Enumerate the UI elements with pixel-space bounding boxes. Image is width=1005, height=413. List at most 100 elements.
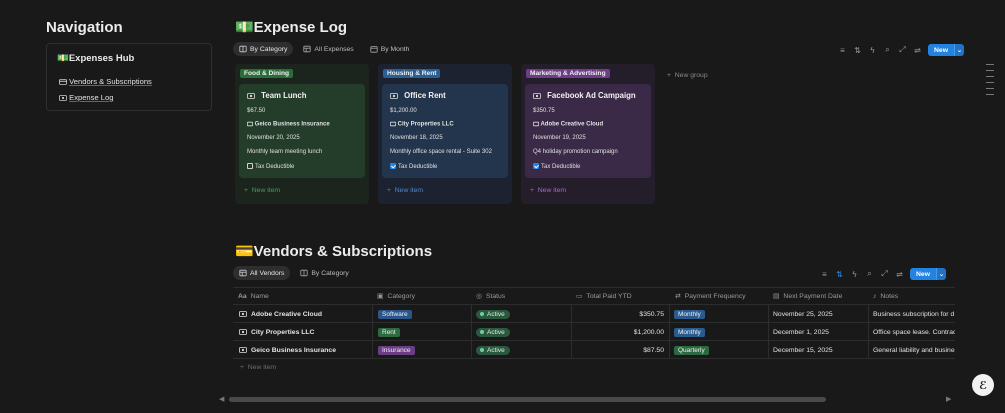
table-row[interactable]: Geico Business Insurance Insurance Activ… <box>233 340 955 359</box>
chevron-down-icon[interactable]: ⌄ <box>935 268 946 280</box>
settings-icon[interactable]: ⇌ <box>913 46 922 55</box>
header-label: Notes <box>880 292 899 300</box>
tab-by-category[interactable]: By Category <box>233 42 294 56</box>
column-header-name[interactable]: Aa Name <box>238 289 269 303</box>
cell-total[interactable]: $350.75 <box>572 305 670 323</box>
cell-status[interactable]: Active <box>472 341 572 359</box>
calendar-icon: ▤ <box>773 293 780 300</box>
cell-frequency[interactable]: Monthly <box>670 305 769 323</box>
cell-frequency[interactable]: Monthly <box>670 323 769 341</box>
cell-next-payment[interactable]: December 15, 2025 <box>769 341 869 359</box>
horizontal-scrollbar[interactable] <box>229 397 826 402</box>
cell-name: Geico Business Insurance <box>233 341 373 359</box>
table-row[interactable]: City Properties LLC Rent Active $1,200.0… <box>233 322 955 341</box>
vendors-tabs: All Vendors By Category <box>233 266 355 280</box>
vendor-name: Geico Business Insurance <box>251 346 336 354</box>
cell-next-payment[interactable]: November 25, 2025 <box>769 305 869 323</box>
frequency-tag: Quarterly <box>674 345 709 355</box>
chevron-down-icon[interactable]: ⌄ <box>953 44 964 56</box>
new-item-button[interactable]: + New item <box>244 187 280 194</box>
table-row[interactable]: Adobe Creative Cloud Software Active $35… <box>233 304 955 323</box>
card-vendor-text: City Properties LLC <box>397 121 454 128</box>
cell-category[interactable]: Software <box>373 305 472 323</box>
board-icon <box>239 45 247 53</box>
new-button[interactable]: New ⌄ <box>928 44 964 56</box>
card-title: Team Lunch <box>247 91 307 100</box>
table-new-item-button[interactable]: + New item <box>240 364 276 371</box>
cell-category[interactable]: Insurance <box>373 341 472 359</box>
cell-status[interactable]: Active <box>472 305 572 323</box>
tab-all-vendors[interactable]: All Vendors <box>233 266 291 280</box>
new-item-button[interactable]: + New item <box>387 187 423 194</box>
expense-log-toolbar: ≡ ⇅ ϟ ⌕ ⤢ ⇌ New ⌄ <box>838 44 964 56</box>
card-tax-label: Tax Deductible <box>255 164 295 170</box>
money-icon <box>59 95 67 101</box>
column-header-next-payment[interactable]: ▤ Next Payment Date <box>773 289 842 303</box>
card-tax: Tax Deductible <box>247 163 294 170</box>
notes-icon: ♪ <box>873 292 877 300</box>
column-header-notes[interactable]: ♪ Notes <box>873 289 898 303</box>
page-outline[interactable] <box>986 64 994 95</box>
nav-link-vendors[interactable]: Vendors & Subscriptions <box>59 77 152 86</box>
cell-category[interactable]: Rent <box>373 323 472 341</box>
new-button-label: New <box>928 44 954 56</box>
search-icon[interactable]: ⌕ <box>883 45 892 55</box>
cell-frequency[interactable]: Quarterly <box>670 341 769 359</box>
column-header-category[interactable]: ▣ Category <box>377 289 415 303</box>
expense-card[interactable]: Team Lunch $67.50 Geico Business Insuran… <box>239 84 365 178</box>
cell-notes[interactable]: Business subscription for d <box>869 305 955 323</box>
settings-icon[interactable]: ⇌ <box>895 270 904 279</box>
new-group-button[interactable]: + New group <box>667 72 708 79</box>
nav-hub-title[interactable]: 💵Expenses Hub <box>57 53 134 64</box>
tab-all-expenses[interactable]: All Expenses <box>297 42 359 56</box>
sort-icon[interactable]: ⇅ <box>835 270 844 279</box>
status-label: Active <box>487 346 505 354</box>
scroll-left-arrow[interactable]: ◀ <box>219 395 224 403</box>
cell-total[interactable]: $87.50 <box>572 341 670 359</box>
filter-icon[interactable]: ≡ <box>838 46 847 55</box>
board-icon <box>300 269 308 277</box>
cell-next-payment[interactable]: December 1, 2025 <box>769 323 869 341</box>
scroll-right-arrow[interactable]: ▶ <box>946 395 951 403</box>
card-tax-label: Tax Deductible <box>398 164 438 170</box>
new-button[interactable]: New ⌄ <box>910 268 946 280</box>
card-icon <box>533 121 539 127</box>
cell-total[interactable]: $1,200.00 <box>572 323 670 341</box>
checkbox-icon[interactable] <box>247 163 253 169</box>
new-item-button[interactable]: + New item <box>530 187 566 194</box>
status-label: Active <box>487 310 505 318</box>
new-group-label: New group <box>674 72 708 79</box>
assistant-avatar-icon[interactable]: ℰ <box>972 374 994 396</box>
checkbox-icon[interactable] <box>533 163 539 169</box>
money-icon <box>247 93 255 99</box>
expense-log-tabs: By Category All Expenses By Month <box>233 42 415 56</box>
filter-icon[interactable]: ≡ <box>820 270 829 279</box>
table-icon <box>239 269 247 277</box>
tab-vendors-by-category[interactable]: By Category <box>294 266 354 280</box>
nav-link-expense-log[interactable]: Expense Log <box>59 93 113 102</box>
cell-notes[interactable]: General liability and busines <box>869 341 955 359</box>
tab-by-month[interactable]: By Month <box>364 42 416 56</box>
expense-card[interactable]: Facebook Ad Campaign $350.75 Adobe Creat… <box>525 84 651 178</box>
expense-card[interactable]: Office Rent $1,200.00 City Properties LL… <box>382 84 508 178</box>
expand-icon[interactable]: ⤢ <box>880 269 889 279</box>
vendors-title: 💳Vendors & Subscriptions <box>235 243 433 260</box>
column-header-status[interactable]: ◎ Status <box>476 289 505 303</box>
automation-icon[interactable]: ϟ <box>850 270 859 279</box>
column-header-total[interactable]: ▭ Total Paid YTD <box>576 289 632 303</box>
expand-icon[interactable]: ⤢ <box>898 45 907 55</box>
automation-icon[interactable]: ϟ <box>868 46 877 55</box>
card-vendor: Geico Business Insurance <box>247 121 330 128</box>
cell-name: City Properties LLC <box>233 323 373 341</box>
cell-notes[interactable]: Office space lease. Contrac <box>869 323 955 341</box>
table-icon <box>303 45 312 53</box>
card-tax: Tax Deductible <box>533 163 580 170</box>
frequency-tag: Monthly <box>674 327 705 337</box>
checkbox-icon[interactable] <box>390 163 396 169</box>
sort-icon[interactable]: ⇅ <box>853 46 862 55</box>
column-header-frequency[interactable]: ⇄ Payment Frequency <box>675 289 746 303</box>
money-icon <box>239 311 247 317</box>
tab-label: By Category <box>311 269 349 277</box>
search-icon[interactable]: ⌕ <box>865 269 874 279</box>
cell-status[interactable]: Active <box>472 323 572 341</box>
